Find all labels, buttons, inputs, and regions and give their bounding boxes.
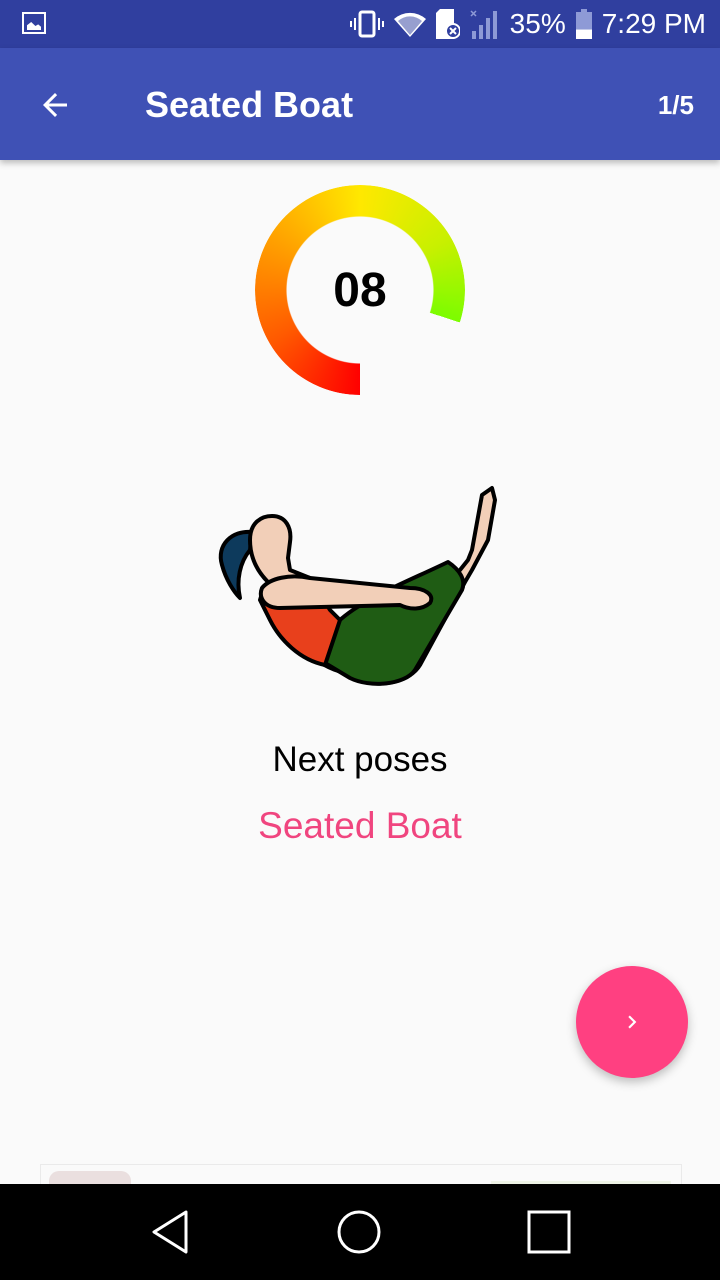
page-title: Seated Boat xyxy=(145,84,354,125)
nav-recents-button[interactable] xyxy=(519,1202,579,1262)
timer-value: 08 xyxy=(333,263,387,317)
seated-boat-pose-illustration xyxy=(218,486,497,686)
status-bar: 35% 7:29 PM xyxy=(0,0,720,48)
next-button[interactable] xyxy=(576,966,688,1078)
battery-icon xyxy=(575,9,592,39)
nav-back-button[interactable] xyxy=(140,1202,200,1262)
next-pose-name[interactable]: Seated Boat xyxy=(0,805,720,847)
clock: 7:29 PM xyxy=(601,8,706,39)
pose-counter: 1/5 xyxy=(657,90,694,120)
recents-nav-icon xyxy=(527,1210,571,1254)
countdown-timer: 08 xyxy=(255,185,465,395)
arrow-back-icon xyxy=(43,93,67,117)
wifi-icon xyxy=(393,12,426,37)
signal-no-service-icon xyxy=(470,10,497,39)
next-poses-label: Next poses xyxy=(272,740,448,779)
back-nav-icon xyxy=(152,1210,188,1254)
vibrate-icon xyxy=(349,10,384,38)
home-nav-icon xyxy=(337,1210,381,1254)
back-button[interactable] xyxy=(30,80,80,130)
navigation-bar xyxy=(0,1184,720,1280)
sd-card-error-icon xyxy=(435,9,460,39)
status-icons: 35% 7:29 PM xyxy=(349,8,706,40)
chevron-right-icon xyxy=(628,1015,637,1029)
battery-percent: 35% xyxy=(509,8,566,39)
ponytail xyxy=(218,529,254,600)
app-bar: Seated Boat 1/5 xyxy=(0,48,720,160)
nav-home-button[interactable] xyxy=(329,1202,389,1262)
gallery-icon xyxy=(22,12,46,34)
